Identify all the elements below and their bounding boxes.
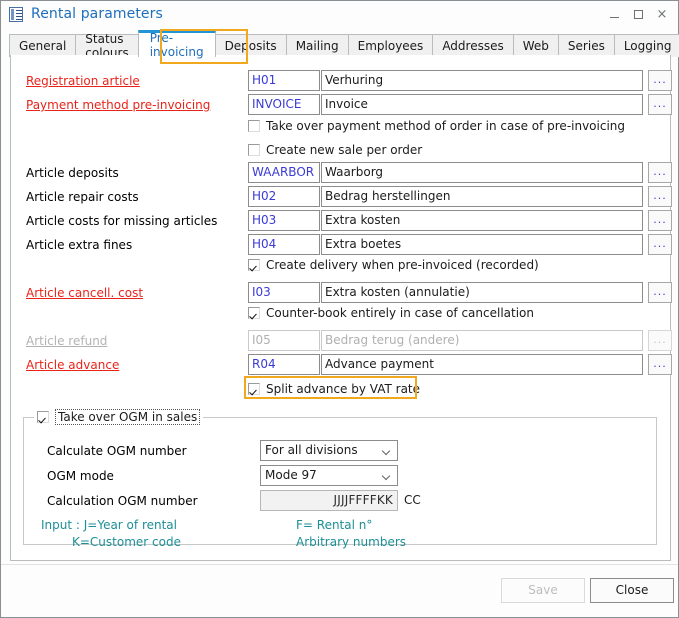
- label-ogm-mode: OGM mode: [47, 465, 114, 487]
- dialog-footer: Save Close: [1, 564, 678, 617]
- input-calculation-ogm-number[interactable]: JJJJFFFFKK: [260, 490, 398, 511]
- checkbox-counter-book-entirely-in-case-of-cancell[interactable]: Counter-book entirely in case of cancell…: [248, 306, 534, 320]
- hint-right-1: Arbitrary numbers: [296, 535, 406, 549]
- tab-employees[interactable]: Employees: [348, 34, 434, 57]
- browse-button-article-advance[interactable]: ...: [648, 354, 672, 375]
- code-input-registration-article[interactable]: H01: [248, 70, 320, 91]
- title-bar: Rental parameters ×: [1, 1, 678, 27]
- close-window-button[interactable]: ×: [650, 3, 674, 25]
- label-calculate-ogm-number: Calculate OGM number: [47, 440, 187, 462]
- select-ogm-mode[interactable]: Mode 97: [260, 465, 398, 486]
- browse-button-registration-article[interactable]: ...: [648, 70, 672, 91]
- ogm-group-box: Take over OGM in salesCalculate OGM numb…: [23, 417, 657, 545]
- label-article-extra-fines: Article extra fines: [26, 234, 132, 256]
- pre-invoicing-panel: Registration article H01Verhuring... Payme…: [10, 55, 671, 561]
- checkbox-split-advance-by-vat-rate[interactable]: Split advance by VAT rate: [248, 382, 420, 396]
- tab-addresses[interactable]: Addresses: [432, 34, 513, 57]
- checkbox-box-icon: [248, 144, 260, 156]
- label-article-cancell-cost[interactable]: Article cancell. cost: [26, 282, 143, 304]
- select-value: Mode 97: [265, 468, 317, 482]
- window-title: Rental parameters: [31, 6, 163, 22]
- description-input-article-extra-fines[interactable]: Extra boetes: [321, 234, 643, 255]
- browse-button-article-refund[interactable]: ...: [648, 330, 672, 351]
- rental-parameters-window: Rental parameters × GeneralStatus colour…: [0, 0, 679, 618]
- checkbox-label: Take over payment method of order in cas…: [266, 119, 625, 133]
- minimize-button[interactable]: [602, 3, 626, 25]
- description-input-registration-article[interactable]: Verhuring: [321, 70, 643, 91]
- checkbox-label: Create delivery when pre-invoiced (recor…: [266, 258, 539, 272]
- browse-button-article-cancell-cost[interactable]: ...: [648, 282, 672, 303]
- browse-button-article-extra-fines[interactable]: ...: [648, 234, 672, 255]
- description-input-article-repair-costs[interactable]: Bedrag herstellingen: [321, 186, 643, 207]
- checkbox-label: Split advance by VAT rate: [266, 382, 420, 396]
- label-payment-method-pre-invoicing[interactable]: Payment method pre-invoicing: [26, 94, 210, 116]
- checkbox-box-icon: [248, 120, 260, 132]
- browse-button-article-costs-for-missing-articles[interactable]: ...: [648, 210, 672, 231]
- tab-bar: GeneralStatus coloursPre-invoicingDeposi…: [9, 29, 678, 57]
- checkbox-create-delivery-when-pre-invoiced-record[interactable]: Create delivery when pre-invoiced (recor…: [248, 258, 539, 272]
- checkbox-box-icon: [248, 307, 260, 319]
- code-input-article-repair-costs[interactable]: H02: [248, 186, 320, 207]
- select-value: For all divisions: [265, 443, 358, 457]
- select-calculate-ogm-number[interactable]: For all divisions: [260, 440, 398, 461]
- description-input-article-advance[interactable]: Advance payment: [321, 354, 643, 375]
- checkbox-take-over-ogm-in-sales[interactable]: Take over OGM in sales: [34, 409, 203, 425]
- tab-status-colours[interactable]: Status colours: [75, 34, 138, 57]
- hint-right-0: F= Rental n°: [296, 518, 372, 532]
- code-input-article-cancell-cost[interactable]: I03: [248, 282, 320, 303]
- browse-button-payment-method-pre-invoicing[interactable]: ...: [648, 94, 672, 115]
- code-input-article-deposits[interactable]: WAARBOR: [248, 162, 320, 183]
- save-button[interactable]: Save: [501, 578, 585, 603]
- tab-pre-invoicing[interactable]: Pre-invoicing: [138, 30, 216, 57]
- code-input-payment-method-pre-invoicing[interactable]: INVOICE: [248, 94, 320, 115]
- description-input-article-costs-for-missing-articles[interactable]: Extra kosten: [321, 210, 643, 231]
- label-article-advance[interactable]: Article advance: [26, 354, 119, 376]
- tab-web[interactable]: Web: [513, 34, 559, 57]
- description-input-article-deposits[interactable]: Waarborg: [321, 162, 643, 183]
- checkbox-label: Create new sale per order: [266, 143, 422, 157]
- browse-button-article-deposits[interactable]: ...: [648, 162, 672, 183]
- checkbox-box-icon: [248, 259, 260, 271]
- tab-deposits[interactable]: Deposits: [215, 34, 287, 57]
- maximize-button[interactable]: [626, 3, 650, 25]
- description-input-payment-method-pre-invoicing[interactable]: Invoice: [321, 94, 643, 115]
- hint-left-1: K=Customer code: [72, 535, 181, 549]
- code-input-article-extra-fines[interactable]: H04: [248, 234, 320, 255]
- close-icon: ×: [657, 8, 668, 21]
- label-article-deposits: Article deposits: [26, 162, 119, 184]
- form-document-icon: [9, 7, 23, 22]
- label-article-refund[interactable]: Article refund: [26, 330, 107, 352]
- description-input-article-refund[interactable]: Bedrag terug (andere): [321, 330, 643, 351]
- window-controls: ×: [602, 1, 674, 27]
- checkbox-box-icon: [248, 383, 260, 395]
- label-article-repair-costs: Article repair costs: [26, 186, 139, 208]
- browse-button-article-repair-costs[interactable]: ...: [648, 186, 672, 207]
- checkbox-label: Counter-book entirely in case of cancell…: [266, 306, 534, 320]
- label-registration-article[interactable]: Registration article: [26, 70, 140, 92]
- tab-logging[interactable]: Logging: [614, 34, 679, 57]
- cc-suffix-label: CC: [404, 490, 421, 511]
- tab-mailing[interactable]: Mailing: [286, 34, 349, 57]
- tab-series[interactable]: Series: [558, 34, 615, 57]
- ogm-group-title: Take over OGM in sales: [55, 409, 200, 425]
- chevron-down-icon: [383, 473, 391, 478]
- chevron-down-icon: [383, 448, 391, 453]
- tab-general[interactable]: General: [9, 34, 76, 57]
- code-input-article-advance[interactable]: R04: [248, 354, 320, 375]
- checkbox-create-new-sale-per-order[interactable]: Create new sale per order: [248, 143, 422, 157]
- label-calculation-ogm-number: Calculation OGM number: [47, 490, 198, 512]
- code-input-article-refund[interactable]: I05: [248, 330, 320, 351]
- checkbox-box-icon: [37, 411, 49, 423]
- hint-left-0: Input : J=Year of rental: [41, 518, 177, 532]
- label-article-costs-for-missing-articles: Article costs for missing articles: [26, 210, 217, 232]
- close-button[interactable]: Close: [590, 578, 674, 603]
- checkbox-take-over-payment-method-of-order-in-cas[interactable]: Take over payment method of order in cas…: [248, 119, 625, 133]
- description-input-article-cancell-cost[interactable]: Extra kosten (annulatie): [321, 282, 643, 303]
- code-input-article-costs-for-missing-articles[interactable]: H03: [248, 210, 320, 231]
